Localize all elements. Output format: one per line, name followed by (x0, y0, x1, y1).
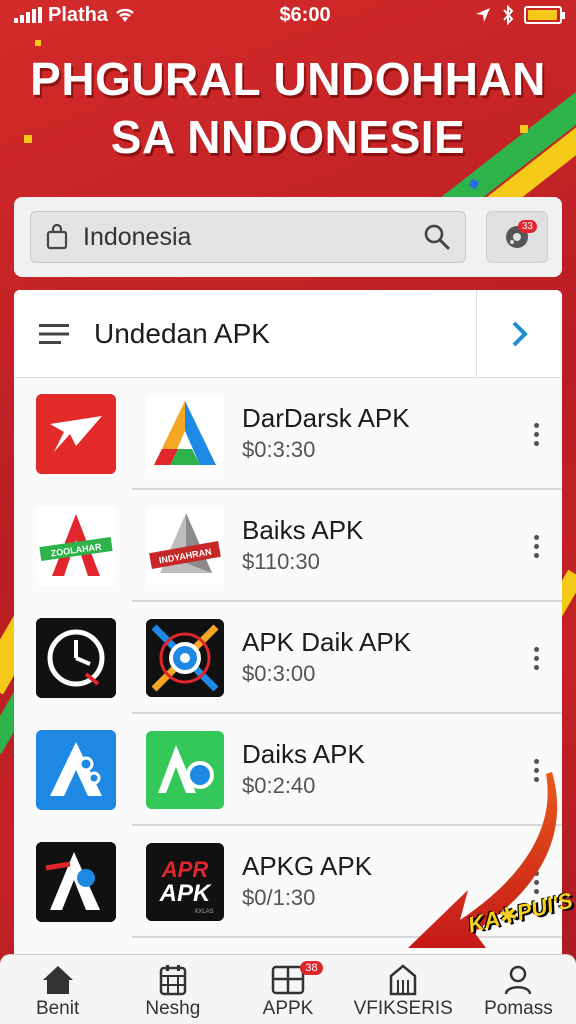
app-price: $0:3:00 (242, 661, 316, 686)
app-name: DarDarsk APK (242, 403, 410, 433)
headline-line-1: PHGURAL UNDOHHAN (30, 53, 546, 105)
logo-text-apr: APR (161, 857, 209, 882)
more-vert-icon (533, 534, 539, 558)
logo-text-apk: APK (159, 880, 212, 907)
more-options-button[interactable] (516, 740, 556, 800)
status-bar: Platha $6:00 (0, 0, 576, 30)
app-thumbnail-clock-icon (36, 618, 116, 698)
menu-button[interactable] (14, 323, 94, 345)
clock: $6:00 (279, 3, 331, 26)
app-logo-green-a-icon (146, 731, 224, 809)
app-price: $0:2:40 (242, 773, 316, 798)
nav-label: Benit (35, 998, 80, 1019)
more-options-button[interactable] (516, 516, 556, 576)
location-icon (476, 8, 490, 22)
person-icon (505, 965, 532, 995)
hamburger-icon (39, 323, 69, 344)
app-name: Baiks APK (242, 515, 364, 545)
nav-item-appk[interactable]: 38 APPK (230, 955, 345, 1024)
more-vert-icon (533, 870, 539, 894)
nav-badge: 38 (300, 961, 323, 975)
more-vert-icon (533, 758, 539, 782)
search-box[interactable] (30, 211, 466, 263)
app-logo-triangle-icon (146, 395, 224, 473)
app-logo-cone-icon: INDYAHRAN (146, 507, 224, 585)
settings-badge: 33 (517, 220, 537, 233)
carrier-name: Platha (48, 3, 109, 26)
promo-headline: PHGURAL UNDOHHAN SA NNDONESIE (0, 50, 576, 166)
app-logo-apk-text-icon: APR APK XXLAS (146, 843, 224, 921)
calendar-icon (159, 965, 187, 996)
next-button[interactable] (476, 290, 562, 378)
list-item[interactable]: Daiks APK $0:2:40 (14, 714, 562, 826)
app-price: $0:3:30 (242, 437, 316, 462)
more-vert-icon (533, 422, 539, 446)
more-options-button[interactable] (516, 404, 556, 464)
nav-item-neshg[interactable]: Neshg (115, 955, 230, 1024)
nav-label: APPK (262, 998, 314, 1019)
list-item[interactable]: APK Daik APK $0:3:00 (14, 602, 562, 714)
signal-icon (14, 7, 42, 23)
list-item[interactable]: DarDarsk APK $0:3:30 (14, 378, 562, 490)
app-price: $110:30 (242, 549, 320, 574)
more-options-button[interactable] (516, 628, 556, 688)
nav-label: Pomass (484, 998, 553, 1019)
settings-button[interactable]: 33 (486, 211, 548, 263)
nav-item-benit[interactable]: Benit (0, 955, 115, 1024)
search-card: 33 (14, 197, 562, 277)
nav-item-pomass[interactable]: Pomass (461, 955, 576, 1024)
app-thumbnail-letter-a-icon: ZOOLAHAR (36, 506, 116, 586)
list-item[interactable]: ZOOLAHAR INDYAHRAN Baiks APK $110:30 (14, 490, 562, 602)
app-name: APKG APK (242, 851, 373, 881)
apk-list-panel: Undedan APK DarDarsk APK $0:3:30 ZOOLAHA… (14, 290, 562, 964)
app-name: Daiks APK (242, 739, 365, 769)
headline-line-2: SA NNDONESIE (110, 111, 466, 163)
more-vert-icon (533, 646, 539, 670)
home-icon (42, 966, 73, 994)
bluetooth-icon (503, 5, 514, 25)
app-name: APK Daik APK (242, 627, 412, 657)
app-thumbnail-mail-icon (36, 394, 116, 474)
bottom-navigation: Benit Neshg 38 APPK VFIKSERIS Pomass (0, 954, 576, 1024)
battery-icon (524, 6, 565, 24)
app-price: $0/1:30 (242, 885, 316, 910)
app-logo-target-icon (146, 619, 224, 697)
chevron-right-icon (512, 321, 528, 346)
search-icon[interactable] (423, 223, 451, 251)
list-header: Undedan APK (14, 290, 562, 378)
list-title: Undedan APK (94, 317, 270, 349)
nav-item-vfikseris[interactable]: VFIKSERIS (346, 955, 461, 1024)
nav-label: VFIKSERIS (353, 998, 453, 1019)
app-thumbnail-letter-a-icon (36, 842, 116, 922)
app-thumbnail-store-icon (36, 730, 116, 810)
logo-text-small: XXLAS (194, 909, 213, 915)
shopping-bag-icon (46, 224, 68, 250)
search-input[interactable] (83, 222, 409, 252)
building-icon (389, 964, 417, 996)
wifi-icon (116, 8, 134, 22)
nav-label: Neshg (145, 998, 201, 1019)
